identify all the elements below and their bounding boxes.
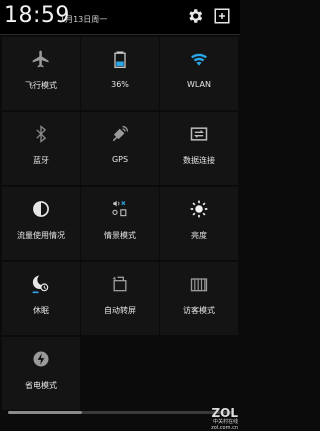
date-label: 1月13日周一 <box>60 15 108 24</box>
auto-rotate-icon <box>112 276 127 292</box>
airplane-icon <box>32 50 49 68</box>
tile-label: 情景模式 <box>104 231 136 240</box>
tile-data-usage[interactable]: 流量使用情况 <box>2 187 80 260</box>
watermark-text: 中关村在线 zol.com.cn <box>211 419 238 431</box>
toggle-view-icon[interactable] <box>213 7 231 25</box>
data-connection-icon <box>190 127 208 141</box>
data-usage-icon <box>33 201 49 217</box>
satellite-icon <box>112 125 129 142</box>
tile-battery[interactable]: 36% <box>81 37 159 110</box>
brightness-icon <box>190 200 208 218</box>
tile-sleep[interactable]: 休眠 <box>2 262 80 335</box>
tile-label: WLAN <box>186 80 211 89</box>
tile-label: 亮度 <box>191 231 207 240</box>
tile-label: 蓝牙 <box>33 156 49 165</box>
watermark-logo: ZOL <box>211 406 238 420</box>
tile-auto-rotate[interactable]: 自动转屏 <box>81 262 159 335</box>
header-divider <box>0 34 240 35</box>
tile-label: 36% <box>111 80 129 89</box>
tile-power-saving[interactable]: 省电模式 <box>2 337 80 410</box>
power-saving-icon <box>33 351 49 367</box>
tile-sound-profile[interactable]: 情景模式 <box>81 187 159 260</box>
tile-brightness[interactable]: 亮度 <box>160 187 238 260</box>
tile-label: 省电模式 <box>25 381 57 390</box>
tile-airplane-mode[interactable]: 飞行模式 <box>2 37 80 110</box>
tile-label: 飞行模式 <box>25 81 57 90</box>
battery-icon <box>114 51 126 68</box>
guest-mode-icon <box>190 278 208 292</box>
tile-label: 数据连接 <box>183 156 215 165</box>
tile-data-connection[interactable]: 数据连接 <box>160 112 238 185</box>
tile-label: 自动转屏 <box>104 306 136 315</box>
tile-wlan[interactable]: WLAN <box>160 37 238 110</box>
status-bar: 18:59 1月13日周一 <box>0 0 240 34</box>
sound-profile-icon <box>112 200 127 217</box>
brightness-slider-fill <box>8 411 82 414</box>
tile-label: 流量使用情况 <box>17 231 65 240</box>
tile-bluetooth[interactable]: 蓝牙 <box>2 112 80 185</box>
watermark: ZOL 中关村在线 zol.com.cn <box>194 406 238 431</box>
sleep-icon <box>32 275 49 294</box>
tile-gps[interactable]: GPS <box>81 112 159 185</box>
tile-guest-mode[interactable]: 访客模式 <box>160 262 238 335</box>
wifi-icon <box>191 53 207 66</box>
bluetooth-icon <box>36 125 47 143</box>
gear-icon[interactable] <box>186 7 204 25</box>
tile-label: 访客模式 <box>183 306 215 315</box>
tile-label: 休眠 <box>33 306 49 315</box>
tile-label: GPS <box>111 155 129 164</box>
